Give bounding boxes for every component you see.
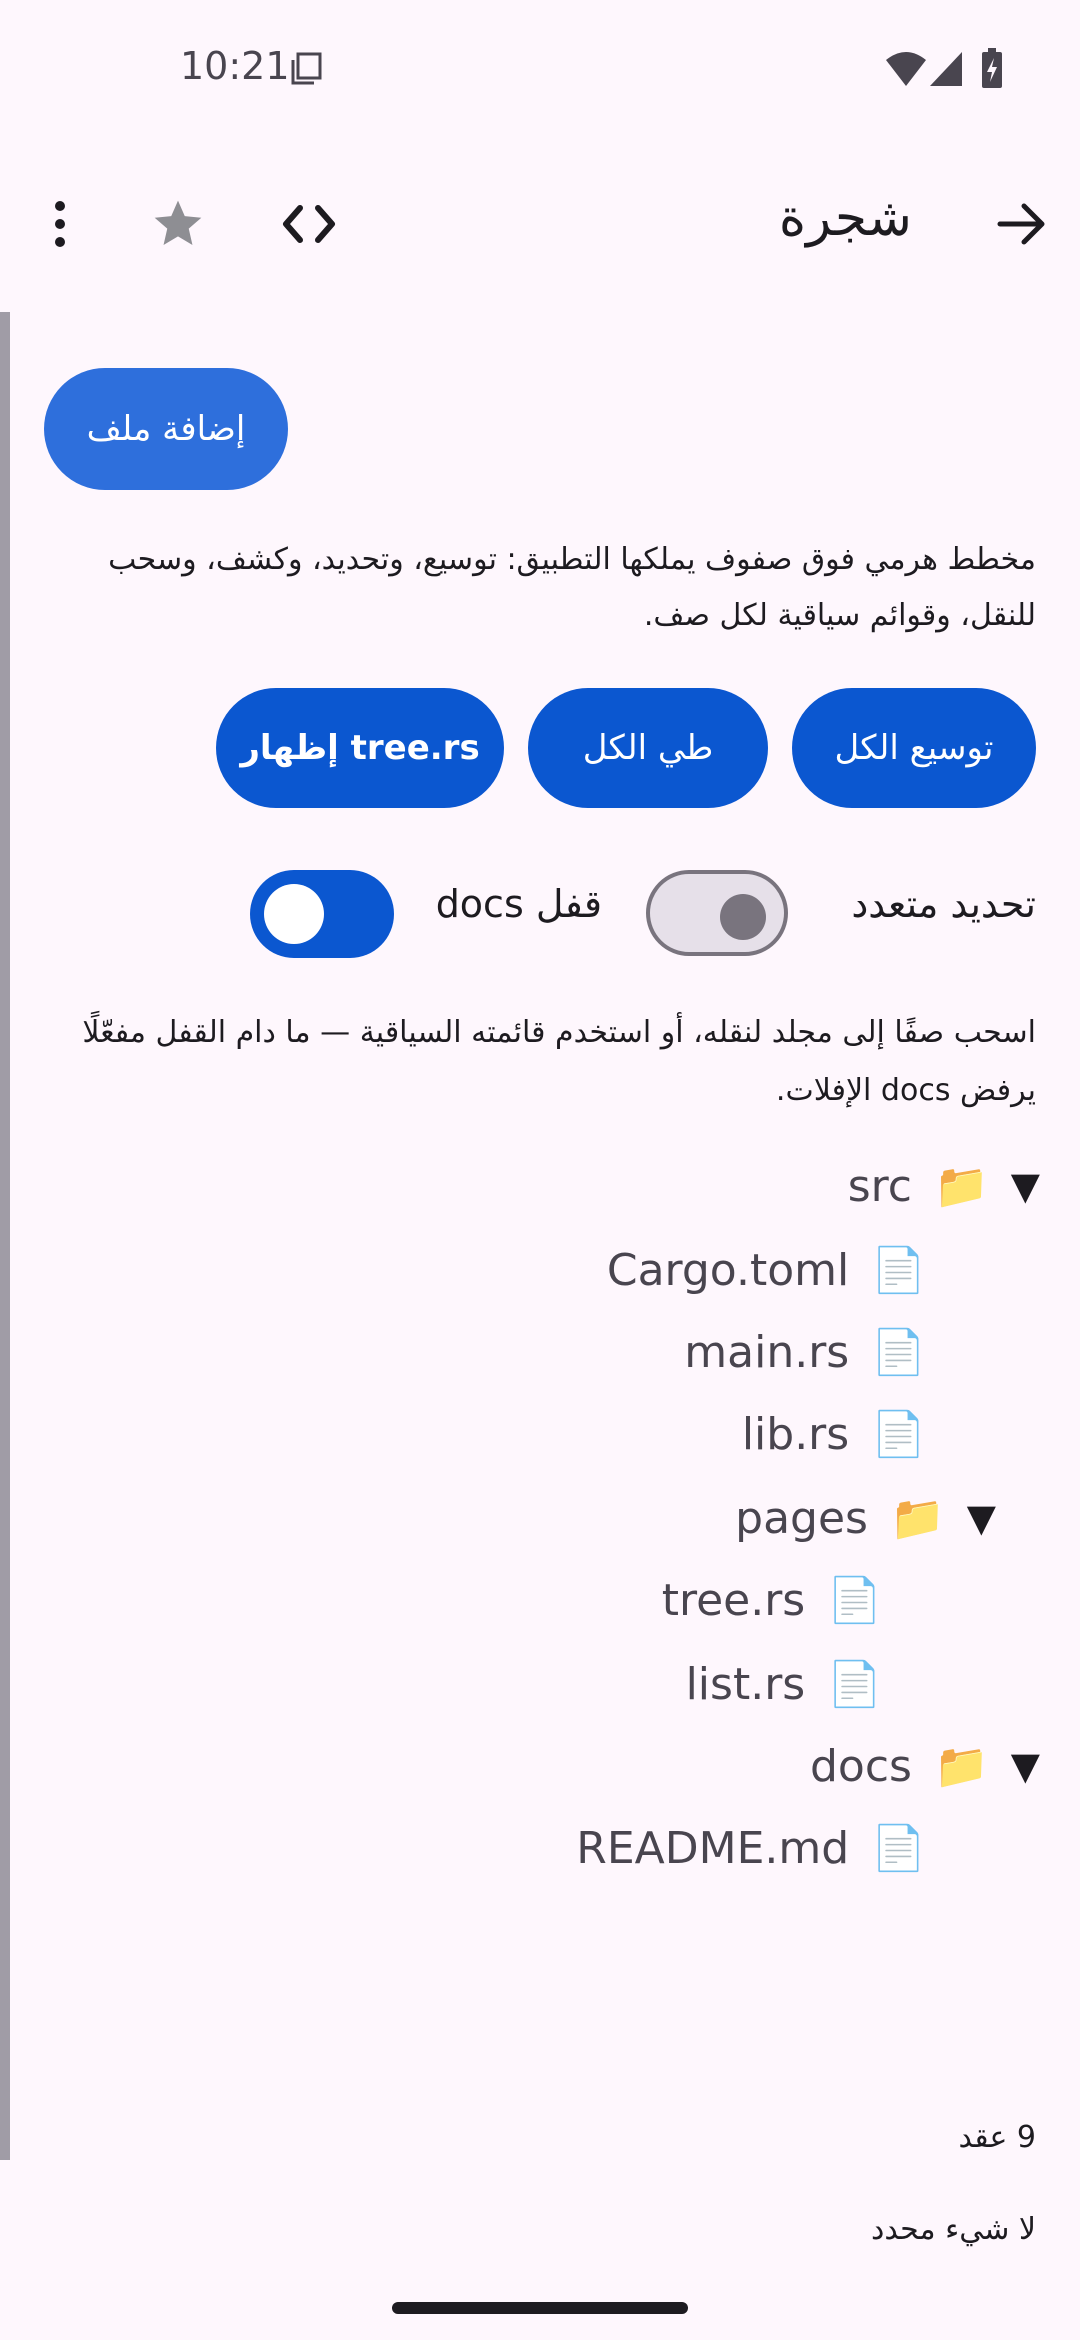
tree-description: مخطط هرمي فوق صفوف يملكها التطبيق: توسيع…	[108, 542, 1036, 633]
expand-caret-icon[interactable]: ▼	[1011, 1164, 1040, 1208]
add-file-button[interactable]: إضافة ملف	[44, 368, 288, 490]
tree-row-readme-md[interactable]: README.md 📄	[576, 1822, 926, 1875]
switch-thumb	[720, 894, 766, 940]
tree-row-label: list.rs	[685, 1658, 806, 1710]
multi-select-switch[interactable]	[646, 870, 788, 956]
selection-status: لا شيء محدد	[871, 2212, 1036, 2247]
screenshot-notification-icon	[291, 52, 322, 85]
lock-docs-label: قفل docs	[435, 882, 602, 926]
folder-icon: 📁	[889, 1493, 945, 1544]
tree-row-src[interactable]: src 📁 ▼	[847, 1160, 1040, 1213]
file-icon: 📄	[871, 1823, 926, 1874]
tree-row-cargo-toml[interactable]: Cargo.toml 📄	[606, 1244, 926, 1297]
status-time: 10:21	[180, 44, 290, 88]
tree-row-docs[interactable]: docs 📁 ▼	[810, 1740, 1040, 1793]
tree-row-label: tree.rs	[661, 1574, 806, 1626]
folder-icon: 📁	[933, 1741, 989, 1792]
tree-row-label: Cargo.toml	[606, 1244, 850, 1296]
drag-hint: اسحب صفًا إلى مجلد لنقله، أو استخدم قائم…	[82, 1015, 1036, 1108]
multi-select-label: تحديد متعدد	[851, 882, 1036, 926]
battery-charging-icon	[982, 48, 1002, 88]
tree-row-label: README.md	[576, 1822, 850, 1874]
collapse-all-button[interactable]: طي الكل	[528, 688, 768, 808]
reveal-tree-rs-button[interactable]: إظهار tree.rs	[216, 688, 504, 808]
tree-row-main-rs[interactable]: main.rs 📄	[684, 1326, 926, 1379]
signal-icon	[930, 52, 962, 86]
tree-row-label: lib.rs	[741, 1408, 850, 1460]
tree-row-lib-rs[interactable]: lib.rs 📄	[741, 1408, 926, 1461]
tree-row-label: main.rs	[684, 1326, 850, 1378]
file-icon: 📄	[871, 1245, 926, 1296]
wifi-icon	[886, 52, 926, 86]
code-view-icon[interactable]	[280, 200, 338, 248]
file-icon: 📄	[827, 1659, 882, 1710]
tree-row-pages[interactable]: pages 📁 ▼	[735, 1492, 996, 1545]
tree-row-label: docs	[810, 1740, 912, 1792]
tree-row-tree-rs[interactable]: tree.rs 📄	[661, 1574, 882, 1627]
file-icon: 📄	[871, 1409, 926, 1460]
node-count: 9 عقد	[958, 2120, 1036, 2155]
favorite-star-icon[interactable]	[150, 196, 206, 252]
folder-icon: 📁	[933, 1161, 989, 1212]
tree-row-list-rs[interactable]: list.rs 📄	[685, 1658, 882, 1711]
tree-row-label: pages	[735, 1492, 868, 1544]
switch-thumb	[264, 884, 324, 944]
file-icon: 📄	[827, 1575, 882, 1626]
tree-row-label: src	[847, 1160, 912, 1212]
expand-caret-icon[interactable]: ▼	[1011, 1744, 1040, 1788]
file-icon: 📄	[871, 1327, 926, 1378]
back-arrow-icon[interactable]	[994, 196, 1050, 252]
expand-all-button[interactable]: توسيع الكل	[792, 688, 1036, 808]
lock-docs-switch[interactable]	[250, 870, 394, 958]
expand-caret-icon[interactable]: ▼	[967, 1496, 996, 1540]
home-indicator[interactable]	[392, 2302, 688, 2314]
more-options-icon[interactable]	[44, 196, 76, 252]
page-title: شجرة	[778, 188, 912, 248]
scroll-rail	[0, 312, 10, 2160]
